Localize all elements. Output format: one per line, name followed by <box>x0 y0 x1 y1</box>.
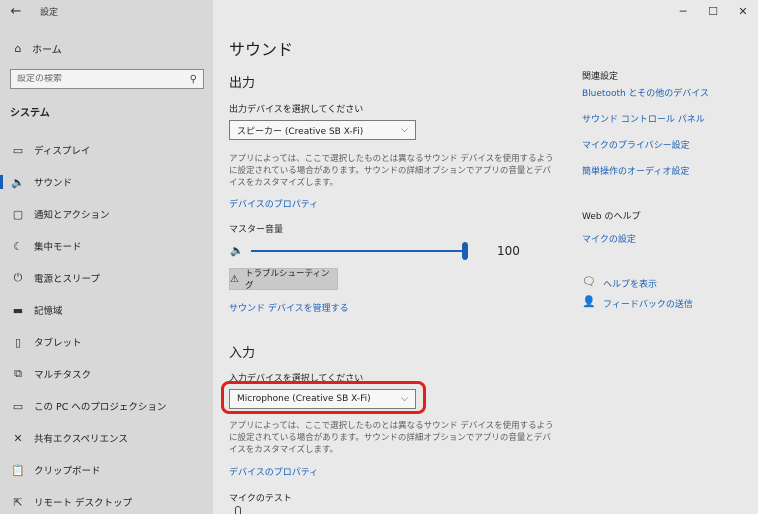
microphone-icon <box>235 506 241 514</box>
output-device-label: 出力デバイスを選択してください <box>229 105 364 115</box>
mic-privacy-link[interactable]: マイクのプライバシー設定 <box>582 138 690 151</box>
sidebar-item-power[interactable]: ⏻ 電源とスリープ <box>0 262 213 294</box>
search-box[interactable]: ⚲ <box>10 69 204 89</box>
tablet-icon: ▯ <box>14 335 22 349</box>
sidebar-item-label: リモート デスクトップ <box>34 498 133 509</box>
sidebar-item-tablet[interactable]: ▯ タブレット <box>0 326 213 358</box>
sidebar: ← 設定 ⌂ ホーム ⚲ システム ▭ ディスプレイ 🔈 サウンド ▢ 通知とア… <box>0 0 213 514</box>
manage-devices-link[interactable]: サウンド デバイスを管理する <box>229 301 349 314</box>
input-device-select[interactable]: Microphone (Creative SB X-Fi) ⌵ <box>229 389 416 409</box>
volume-slider[interactable] <box>251 242 468 260</box>
input-description: アプリによっては、ここで選択したものとは異なるサウンド デバイスを使用するように… <box>229 421 554 455</box>
shared-icon: ✕ <box>13 431 23 445</box>
speaker-icon[interactable]: 🔈 <box>230 244 244 257</box>
sidebar-nav: ▭ ディスプレイ 🔈 サウンド ▢ 通知とアクション ☾ 集中モード ⏻ 電源と… <box>0 134 213 514</box>
volume-value: 100 <box>497 244 520 258</box>
sidebar-item-label: ディスプレイ <box>34 146 91 157</box>
chevron-down-icon: ⌵ <box>401 125 408 135</box>
sound-control-panel-link[interactable]: サウンド コントロール パネル <box>582 112 705 125</box>
troubleshoot-button[interactable]: ⚠ トラブルシューティング <box>229 268 338 291</box>
output-device-select[interactable]: スピーカー (Creative SB X-Fi) ⌵ <box>229 120 416 140</box>
sidebar-item-projection[interactable]: ▭ この PC へのプロジェクション <box>0 390 213 422</box>
feedback-link[interactable]: フィードバックの送信 <box>603 297 693 310</box>
sidebar-item-label: 電源とスリープ <box>34 274 100 285</box>
storage-icon: ▬ <box>12 303 24 317</box>
main-content: サウンド 出力 出力デバイスを選択してください スピーカー (Creative … <box>221 0 559 514</box>
sidebar-item-storage[interactable]: ▬ 記憶域 <box>0 294 213 326</box>
volume-slider-fill <box>251 250 465 252</box>
moon-icon: ☾ <box>13 239 23 253</box>
sidebar-item-label: マルチタスク <box>34 370 92 381</box>
multitask-icon: ⧉ <box>14 367 22 380</box>
titlebar: ← 設定 <box>0 0 213 22</box>
volume-slider-thumb[interactable] <box>462 242 468 260</box>
sidebar-item-clipboard[interactable]: 📋 クリップボード <box>0 454 213 486</box>
sidebar-item-label: この PC へのプロジェクション <box>34 402 167 413</box>
sidebar-item-notifications[interactable]: ▢ 通知とアクション <box>0 198 213 230</box>
chevron-down-icon: ⌵ <box>401 394 408 404</box>
output-device-value: スピーカー (Creative SB X-Fi) <box>237 126 364 137</box>
sidebar-item-label: サウンド <box>34 178 73 189</box>
sidebar-item-focus[interactable]: ☾ 集中モード <box>0 230 213 262</box>
get-help-link[interactable]: ヘルプを表示 <box>603 277 657 290</box>
ease-of-access-audio-link[interactable]: 簡単操作のオーディオ設定 <box>582 164 689 177</box>
back-arrow-icon[interactable]: ← <box>0 0 32 22</box>
mic-test-label: マイクのテスト <box>229 494 292 504</box>
mic-setup-link[interactable]: マイクの設定 <box>582 232 636 245</box>
sidebar-item-label: 記憶域 <box>34 306 63 317</box>
remote-desktop-icon: ⇱ <box>13 495 23 509</box>
sidebar-item-shared-experiences[interactable]: ✕ 共有エクスペリエンス <box>0 422 213 454</box>
sidebar-item-label: クリップボード <box>34 466 101 477</box>
speaker-icon: 🔈 <box>11 175 25 189</box>
sidebar-item-remote-desktop[interactable]: ⇱ リモート デスクトップ <box>0 486 213 514</box>
input-properties-link[interactable]: デバイスのプロパティ <box>229 465 318 478</box>
monitor-icon: ▭ <box>12 143 24 157</box>
troubleshoot-label: トラブルシューティング <box>244 269 330 291</box>
app-title: 設定 <box>40 7 59 18</box>
output-description: アプリによっては、ここで選択したものとは異なるサウンド デバイスを使用するように… <box>229 154 554 188</box>
sidebar-item-multitasking[interactable]: ⧉ マルチタスク <box>0 358 213 390</box>
related-panel: 関連設定 Bluetooth とその他のデバイス サウンド コントロール パネル… <box>582 0 752 514</box>
input-device-value: Microphone (Creative SB X-Fi) <box>237 394 371 404</box>
sidebar-item-label: 通知とアクション <box>34 210 110 221</box>
feedback-icon: 👤 <box>582 295 596 308</box>
output-heading: 出力 <box>229 76 256 91</box>
home-label: ホーム <box>32 44 62 56</box>
sidebar-item-label: タブレット <box>34 338 82 349</box>
search-input[interactable] <box>17 74 177 84</box>
clipboard-icon: 📋 <box>11 463 25 477</box>
sidebar-item-label: 集中モード <box>34 242 82 253</box>
power-icon: ⏻ <box>13 271 23 284</box>
section-label: システム <box>10 108 50 119</box>
volume-slider-row: 🔈 100 <box>229 242 559 262</box>
sidebar-item-label: 共有エクスペリエンス <box>34 434 128 445</box>
volume-label: マスター音量 <box>229 225 284 235</box>
search-icon[interactable]: ⚲ <box>190 74 197 85</box>
sidebar-item-sound[interactable]: 🔈 サウンド <box>0 166 213 198</box>
page-title: サウンド <box>229 40 294 59</box>
projection-icon: ▭ <box>12 399 24 413</box>
help-icon: 🗨 <box>582 275 596 288</box>
bluetooth-link[interactable]: Bluetooth とその他のデバイス <box>582 86 709 99</box>
home-nav-item[interactable]: ⌂ ホーム <box>0 38 213 58</box>
output-properties-link[interactable]: デバイスのプロパティ <box>229 197 318 210</box>
web-help-heading: Web のヘルプ <box>582 212 641 222</box>
input-heading: 入力 <box>229 346 256 361</box>
warning-icon: ⚠ <box>230 273 239 285</box>
related-heading: 関連設定 <box>582 72 619 82</box>
notification-icon: ▢ <box>12 207 24 221</box>
home-icon: ⌂ <box>14 41 22 55</box>
sidebar-item-display[interactable]: ▭ ディスプレイ <box>0 134 213 166</box>
